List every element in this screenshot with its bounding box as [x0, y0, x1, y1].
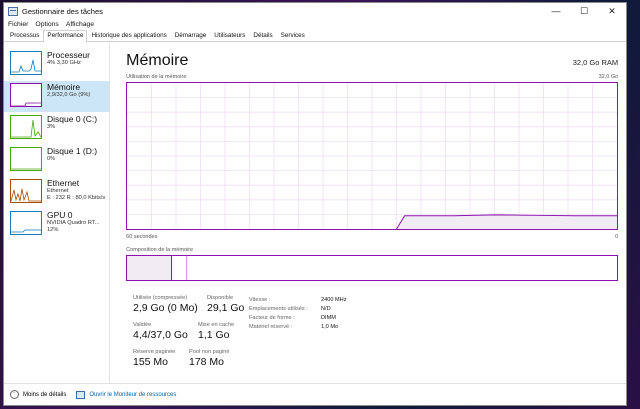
performance-content: Processeur 4% 3,30 GHz Mémoire 2,9/32,0 …: [4, 43, 626, 383]
composition-modified: [173, 256, 188, 280]
sidebar-item-label: Ethernet: [47, 178, 80, 188]
sidebar-item-detail: 4% 3,30 GHz: [47, 60, 81, 67]
prop-vitesse: Vitesse : 2400 MHz: [249, 295, 347, 304]
title-bar: Gestionnaire des tâches — ☐ ✕: [4, 3, 626, 19]
window-title: Gestionnaire des tâches: [22, 6, 103, 16]
memory-usage-chart-svg: [127, 83, 618, 229]
task-manager-window: Gestionnaire des tâches — ☐ ✕ Fichier Op…: [3, 2, 627, 406]
network-graph-icon: [10, 179, 42, 203]
memory-properties: Vitesse : 2400 MHz Emplacements utilisés…: [249, 295, 347, 331]
menu-options[interactable]: Options: [35, 21, 58, 28]
prop-emplacements: Emplacements utilisés : N/D: [249, 304, 347, 313]
open-resource-monitor-link[interactable]: Ouvrir le Moniteur de ressources: [89, 392, 176, 398]
sidebar-item-detail: 0%: [47, 156, 56, 163]
stat-disponible: Disponible 29,1 Go: [207, 295, 244, 314]
memory-usage-chart: [126, 82, 619, 230]
memory-stats: Utilisée (compressée) 2,9 Go (0 Mo) Disp…: [133, 295, 244, 375]
cpu-graph-icon: [10, 51, 42, 75]
disk-graph-icon: [10, 115, 42, 139]
sidebar-item-processeur[interactable]: Processeur 4% 3,30 GHz: [4, 49, 109, 80]
stat-utilisee: Utilisée (compressée) 2,9 Go (0 Mo): [133, 295, 198, 314]
sidebar-item-detail: 2,9/32,0 Go (9%): [47, 92, 91, 99]
resource-monitor-icon: [76, 390, 86, 399]
stat-validee: Validée 4,4/37,0 Go: [133, 322, 188, 341]
usage-area-fill: [396, 214, 618, 229]
prop-label: Matériel réservé :: [249, 323, 293, 330]
sidebar-item-memoire[interactable]: Mémoire 2,9/32,0 Go (9%): [4, 81, 110, 112]
chart-time-zero: 0: [615, 234, 619, 240]
stat-label: Mise en cache: [198, 322, 235, 328]
sidebar-item-detail: E : 232 R : 80,0 Kbits/s: [47, 194, 106, 201]
stat-cache: Mise en cache 1,1 Go: [198, 322, 234, 341]
sidebar-item-disque-1[interactable]: Disque 1 (D:) 0%: [4, 145, 109, 176]
menu-fichier[interactable]: Fichier: [8, 21, 28, 28]
chart-time-span: 60 secondes: [126, 234, 158, 240]
tab-services[interactable]: Services: [277, 30, 309, 41]
footer-bar: ˆ Moins de détails Ouvrir le Moniteur de…: [4, 383, 626, 405]
less-details-link[interactable]: Moins de détails: [23, 392, 66, 398]
stat-value: 2,9 Go (0 Mo): [133, 302, 198, 314]
stat-label: Pool non paginé: [189, 349, 230, 355]
disk-graph-icon: [10, 147, 42, 171]
stat-label: Disponible: [207, 295, 234, 301]
prop-value: 1,0 Mo: [321, 323, 339, 330]
sidebar-item-label: Disque 0 (C:): [47, 114, 98, 124]
stat-reserve-paginee: Réserve paginée 155 Mo: [133, 349, 175, 368]
prop-materiel-reserve: Matériel réservé : 1,0 Mo: [249, 322, 347, 331]
tab-bar: Processus Performance Historique des app…: [4, 30, 626, 42]
prop-facteur-forme: Facteur de forme : DIMM: [249, 313, 347, 322]
gpu-graph-icon: [10, 211, 42, 235]
prop-value: N/D: [321, 305, 331, 312]
prop-value: 2400 MHz: [321, 296, 347, 303]
minimize-icon[interactable]: —: [542, 3, 570, 19]
prop-label: Emplacements utilisés :: [249, 305, 308, 312]
tab-details[interactable]: Détails: [249, 30, 276, 41]
composition-in-use: [127, 256, 173, 280]
tab-historique[interactable]: Historique des applications: [87, 30, 170, 41]
composition-title: Composition de la mémoire: [126, 247, 194, 253]
sidebar-item-disque-0[interactable]: Disque 0 (C:) 3%: [4, 113, 109, 144]
stat-pool-non-pagine: Pool non paginé 178 Mo: [189, 349, 229, 368]
sidebar-item-detail: 3%: [47, 124, 56, 131]
menu-affichage[interactable]: Affichage: [66, 21, 94, 28]
sidebar-item-label: Mémoire: [47, 82, 81, 92]
page-title: Mémoire: [126, 52, 189, 69]
sidebar-item-label: GPU 0: [47, 210, 73, 220]
tab-utilisateurs[interactable]: Utilisateurs: [210, 30, 249, 41]
prop-value: DIMM: [321, 314, 336, 321]
usage-chart-title: Utilisation de la mémoire: [126, 74, 187, 80]
stat-label: Validée: [133, 322, 152, 328]
prop-label: Facteur de forme :: [249, 314, 295, 321]
stat-value: 155 Mo: [133, 356, 169, 368]
memory-graph-icon: [10, 83, 42, 107]
usage-chart-max: 32,0 Go: [598, 74, 619, 80]
sidebar-item-gpu[interactable]: GPU 0 NVIDIA Quadro RT... 12%: [4, 209, 109, 240]
window-controls: — ☐ ✕: [542, 3, 626, 19]
tab-demarrage[interactable]: Démarrage: [171, 30, 211, 41]
sidebar-item-label: Disque 1 (D:): [47, 146, 98, 156]
chevron-up-icon[interactable]: ˆ: [10, 390, 19, 399]
stat-label: Réserve paginée: [133, 349, 176, 355]
memory-composition-bar[interactable]: [126, 255, 619, 281]
stat-value: 178 Mo: [189, 356, 225, 368]
sidebar-item-detail: 12%: [47, 226, 59, 233]
tab-performance[interactable]: Performance: [43, 30, 88, 42]
total-ram: 32,0 Go RAM: [572, 58, 619, 67]
resource-sidebar: Processeur 4% 3,30 GHz Mémoire 2,9/32,0 …: [4, 43, 111, 383]
sidebar-item-label: Processeur: [47, 50, 90, 60]
tab-processus[interactable]: Processus: [6, 30, 43, 41]
sidebar-item-ethernet[interactable]: Ethernet Ethernet E : 232 R : 80,0 Kbits…: [4, 177, 109, 208]
close-icon[interactable]: ✕: [598, 3, 626, 19]
maximize-icon[interactable]: ☐: [570, 3, 598, 19]
stat-value: 4,4/37,0 Go: [133, 329, 188, 341]
task-manager-icon: [8, 6, 18, 16]
menu-bar: Fichier Options Affichage: [4, 19, 626, 30]
prop-label: Vitesse :: [249, 296, 271, 303]
stat-value: 29,1 Go: [207, 302, 245, 314]
stat-value: 1,1 Go: [198, 329, 230, 341]
stat-label: Utilisée (compressée): [133, 295, 188, 301]
